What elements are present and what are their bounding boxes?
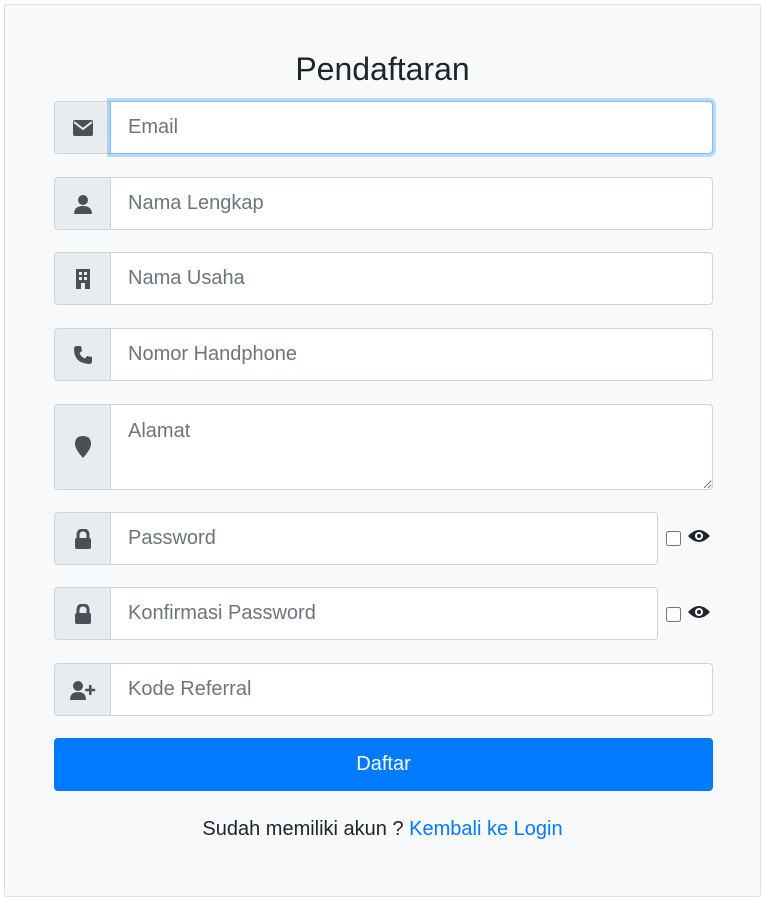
address-row — [54, 404, 713, 490]
password-row — [54, 512, 658, 565]
user-icon — [54, 177, 110, 230]
referral-row — [54, 663, 713, 716]
full-name-field[interactable] — [110, 177, 713, 230]
address-field[interactable] — [110, 404, 713, 490]
map-marker-icon — [54, 404, 110, 490]
registration-card: Pendaftaran Email Nama Lengkap Nama Usah… — [4, 4, 761, 897]
confirm-password-row — [54, 587, 658, 640]
page-title: Pendaftaran — [295, 51, 470, 87]
referral-code-field[interactable] — [110, 663, 713, 716]
phone-field[interactable] — [110, 328, 713, 381]
envelope-icon — [54, 101, 110, 154]
back-to-login-link[interactable]: Kembali ke Login — [409, 818, 562, 840]
register-button[interactable]: Daftar — [54, 738, 713, 791]
lock-icon — [54, 587, 110, 640]
password-visibility-toggle — [666, 528, 711, 549]
email-row — [54, 101, 713, 154]
confirm-password-visibility-toggle — [666, 604, 711, 625]
phone-icon — [54, 328, 110, 381]
login-prompt-text: Sudah memiliki akun ? — [202, 818, 410, 840]
business-name-row — [54, 252, 713, 305]
confirm-password-field[interactable] — [110, 587, 658, 640]
phone-row — [54, 328, 713, 381]
lock-icon — [54, 512, 110, 565]
show-confirm-password-checkbox[interactable] — [666, 607, 681, 622]
eye-icon — [687, 604, 711, 625]
user-plus-icon — [54, 663, 110, 716]
email-field[interactable] — [110, 101, 713, 154]
building-icon — [54, 252, 110, 305]
show-password-checkbox[interactable] — [666, 531, 681, 546]
business-name-field[interactable] — [110, 252, 713, 305]
login-prompt: Sudah memiliki akun ? Kembali ke Login — [5, 818, 760, 841]
full-name-row — [54, 177, 713, 230]
password-field[interactable] — [110, 512, 658, 565]
eye-icon — [687, 528, 711, 549]
